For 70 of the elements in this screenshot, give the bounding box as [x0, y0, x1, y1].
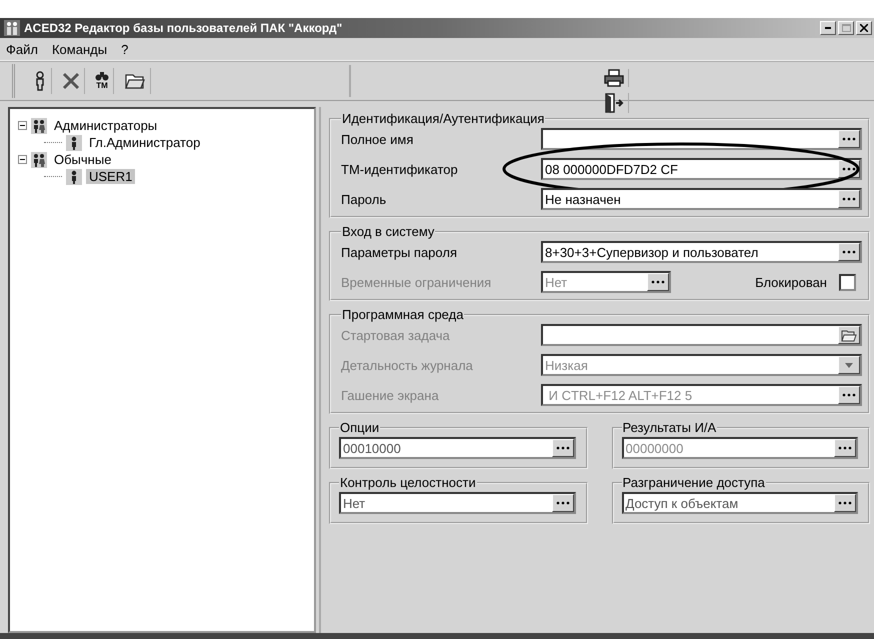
- binoculars-icon: [95, 72, 109, 81]
- ellipsis-icon: [556, 501, 570, 505]
- close-button[interactable]: [856, 21, 872, 35]
- field-label: Детальность журнала: [341, 358, 474, 372]
- group-title: Разграничение доступа: [622, 475, 766, 490]
- input-field[interactable]: 8+30+3+Супервизор и пользовател: [541, 241, 862, 263]
- ellipsis-button[interactable]: [838, 130, 860, 148]
- user-group-icon: [31, 152, 47, 168]
- ellipsis-icon: [842, 197, 856, 201]
- folder-icon: [124, 72, 146, 90]
- group-title: Опции: [339, 420, 380, 435]
- ellipsis-button[interactable]: [552, 439, 574, 457]
- input-field[interactable]: Доступ к объектам: [622, 492, 858, 514]
- menu-item[interactable]: Файл: [6, 42, 38, 56]
- ellipsis-icon: [651, 280, 665, 284]
- printer-icon: [604, 69, 624, 87]
- ellipsis-icon: [842, 167, 856, 171]
- ellipsis-icon: [842, 250, 856, 254]
- close-icon: [860, 24, 868, 32]
- ellipsis-icon: [842, 137, 856, 141]
- maximize-icon: [842, 24, 850, 32]
- collapse-toggle[interactable]: [18, 121, 27, 130]
- tree-item[interactable]: Обычные: [51, 152, 114, 167]
- minimize-button[interactable]: [820, 21, 836, 35]
- field-label: Параметры пароля: [341, 244, 458, 260]
- user-icon: [66, 168, 82, 184]
- field-label: ТМ-идентификатор: [341, 162, 459, 176]
- user-group-icon: [31, 118, 47, 134]
- group-title: Вход в систему: [341, 224, 436, 239]
- exit-door-icon: [604, 93, 624, 113]
- field-label: Стартовая задача: [341, 328, 451, 342]
- tree-item[interactable]: USER1: [86, 169, 136, 184]
- ellipsis-button[interactable]: [834, 439, 856, 457]
- tree-item[interactable]: Администраторы: [51, 118, 160, 133]
- field-label: Полное имя: [341, 132, 414, 146]
- app-icon: [4, 20, 20, 36]
- caret-icon: [845, 362, 853, 368]
- menu-item[interactable]: ?: [121, 42, 128, 56]
- field-label: Пароль: [341, 192, 388, 206]
- input-field[interactable]: 00010000: [339, 437, 576, 459]
- ellipsis-button[interactable]: [838, 243, 860, 261]
- delete-icon: [62, 72, 80, 90]
- field-label: Гашение экрана: [341, 388, 440, 402]
- ellipsis-button[interactable]: [552, 494, 574, 512]
- ellipsis-button[interactable]: [834, 494, 856, 512]
- input-field[interactable]: [541, 128, 862, 150]
- ellipsis-icon: [838, 446, 852, 450]
- checkbox[interactable]: [839, 274, 856, 290]
- input-field[interactable]: 08 000000DFD7D2 CF: [541, 158, 862, 180]
- menu-item[interactable]: Команды: [52, 42, 108, 56]
- ellipsis-icon: [838, 501, 852, 505]
- ellipsis-icon: [842, 393, 856, 397]
- maximize-button[interactable]: [838, 21, 854, 35]
- field-label: Временные ограничения: [341, 274, 492, 290]
- tree-item[interactable]: Гл.Администратор: [86, 135, 204, 150]
- ellipsis-button[interactable]: [838, 190, 860, 208]
- group-title: Контроль целостности: [339, 475, 477, 490]
- user-icon: [66, 134, 82, 150]
- toolbar-button[interactable]: TM: [91, 68, 114, 94]
- group-title: Идентификация/Аутентификация: [341, 111, 546, 126]
- input-field[interactable]: Не назначен: [541, 188, 862, 210]
- input-field[interactable]: Нет: [339, 492, 576, 514]
- folder-icon: [841, 328, 857, 342]
- checkbox-label: Блокирован: [755, 274, 827, 290]
- ellipsis-icon: [556, 446, 570, 450]
- collapse-toggle[interactable]: [18, 155, 27, 164]
- group-title: Результаты И/А: [622, 420, 718, 435]
- group-title: Программная среда: [341, 307, 464, 322]
- minimize-icon: [825, 27, 831, 29]
- window-title: ACED32 Редактор базы пользователей ПАК "Аккорд": [24, 21, 342, 35]
